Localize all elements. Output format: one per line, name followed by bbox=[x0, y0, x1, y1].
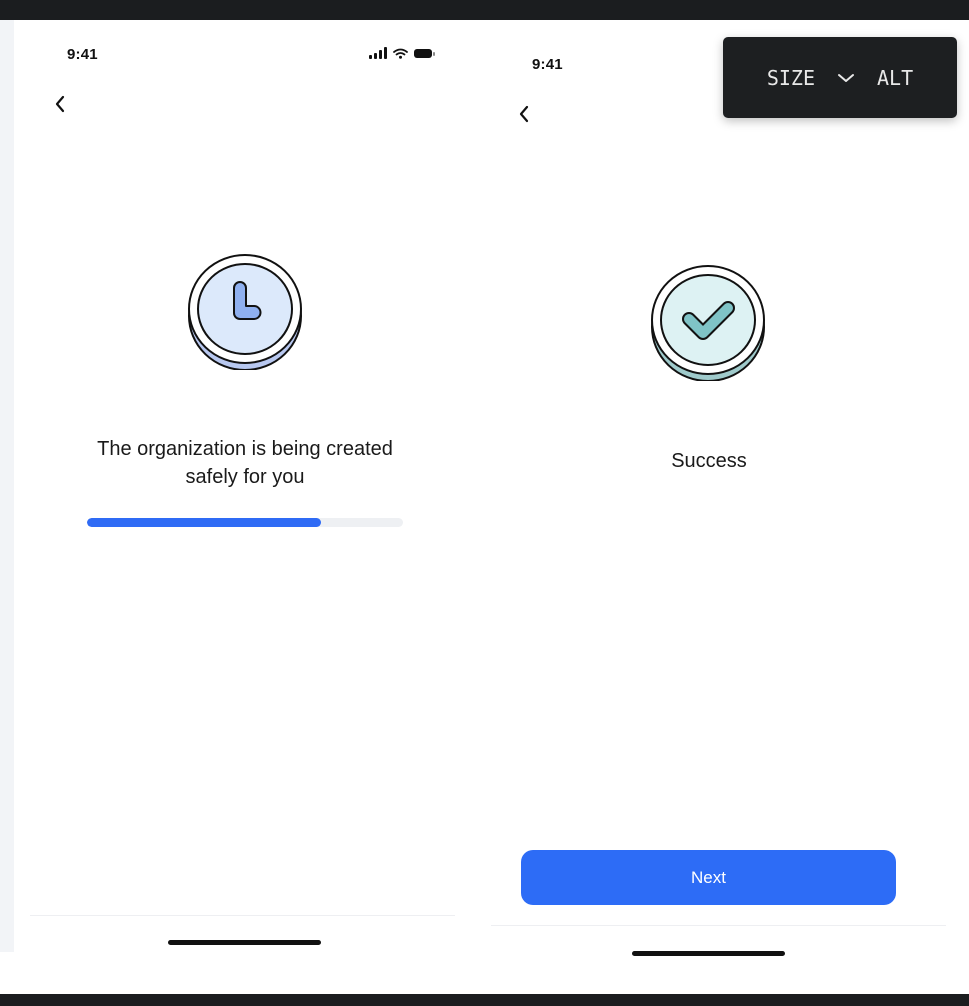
success-message: Success bbox=[671, 450, 747, 472]
size-dropdown[interactable]: SIZE bbox=[767, 66, 815, 90]
success-screen: 9:41 Success Next bbox=[471, 20, 969, 994]
status-icons bbox=[369, 47, 435, 59]
home-divider bbox=[30, 915, 455, 916]
clock-icon bbox=[188, 254, 302, 370]
top-frame-bar bbox=[0, 0, 969, 20]
bottom-frame-bar bbox=[0, 994, 969, 1006]
back-button[interactable] bbox=[511, 101, 537, 127]
home-indicator bbox=[632, 951, 785, 956]
size-label: SIZE bbox=[766, 65, 816, 90]
home-indicator bbox=[168, 940, 321, 945]
signal-icon bbox=[369, 47, 387, 59]
creating-message: The organization is being created safely… bbox=[97, 438, 393, 488]
progress-bar bbox=[87, 518, 403, 527]
back-button[interactable] bbox=[47, 91, 73, 117]
creating-organization-screen: 9:41 The organization is being created s… bbox=[14, 20, 471, 952]
home-divider bbox=[491, 925, 946, 926]
chevron-down-icon bbox=[838, 73, 855, 82]
status-time: 9:41 bbox=[67, 46, 98, 63]
image-toolbar: SIZE ALT bbox=[723, 37, 957, 118]
progress-fill bbox=[87, 518, 321, 527]
checkmark-icon bbox=[651, 265, 765, 381]
next-button[interactable]: Next bbox=[521, 850, 896, 905]
alt-text-button[interactable]: ALT bbox=[877, 66, 913, 90]
chevron-left-icon bbox=[519, 105, 529, 123]
wifi-icon bbox=[393, 48, 408, 59]
alt-label: ALT bbox=[877, 65, 914, 90]
canvas-gutter bbox=[0, 20, 14, 952]
status-time: 9:41 bbox=[532, 56, 563, 73]
size-dropdown-toggle[interactable] bbox=[837, 72, 855, 84]
chevron-left-icon bbox=[55, 95, 65, 113]
battery-icon bbox=[414, 48, 435, 58]
